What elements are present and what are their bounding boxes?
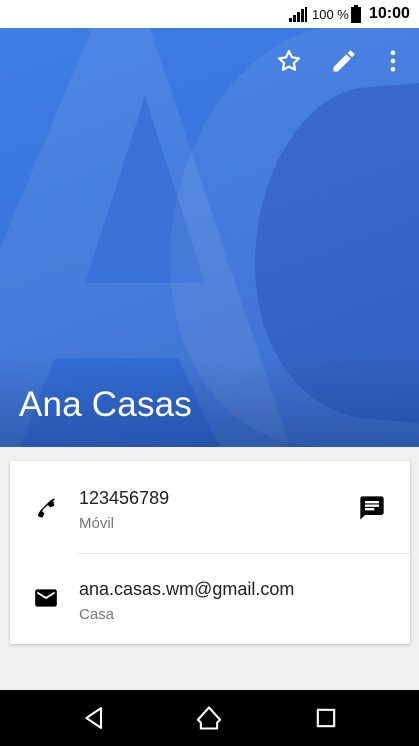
contact-header: Ana Casas	[0, 28, 419, 447]
signal-icon	[289, 7, 307, 22]
phone-type: Móvil	[79, 515, 115, 532]
navigation-bar	[0, 690, 419, 746]
row-divider	[79, 553, 410, 554]
recents-icon	[316, 708, 336, 728]
more-vert-icon	[390, 50, 396, 72]
contact-name: Ana Casas	[19, 385, 193, 424]
status-bar: 100 % 10:00	[0, 0, 419, 28]
message-icon	[360, 496, 384, 520]
recents-button[interactable]	[312, 704, 340, 732]
edit-pencil-icon	[333, 50, 355, 72]
home-button[interactable]	[195, 704, 223, 732]
send-message-button[interactable]	[358, 494, 386, 522]
battery-full-icon	[351, 5, 361, 23]
more-options-button[interactable]	[379, 47, 407, 75]
home-icon	[196, 706, 222, 730]
battery-percentage: 100 %	[312, 7, 349, 22]
contact-details-card: 123456789 Móvil ana.casas.wm@gmail.com C…	[10, 461, 410, 644]
back-icon	[85, 707, 103, 729]
phone-number[interactable]: 123456789	[79, 488, 169, 509]
clock: 10:00	[369, 5, 410, 22]
star-outline-icon	[277, 49, 301, 71]
email-icon	[33, 585, 59, 611]
phone-icon	[33, 495, 59, 521]
favorite-star-button[interactable]	[275, 47, 303, 75]
email-address[interactable]: ana.casas.wm@gmail.com	[79, 579, 294, 600]
edit-contact-button[interactable]	[330, 47, 358, 75]
email-type: Casa	[79, 606, 115, 623]
back-button[interactable]	[80, 704, 108, 732]
